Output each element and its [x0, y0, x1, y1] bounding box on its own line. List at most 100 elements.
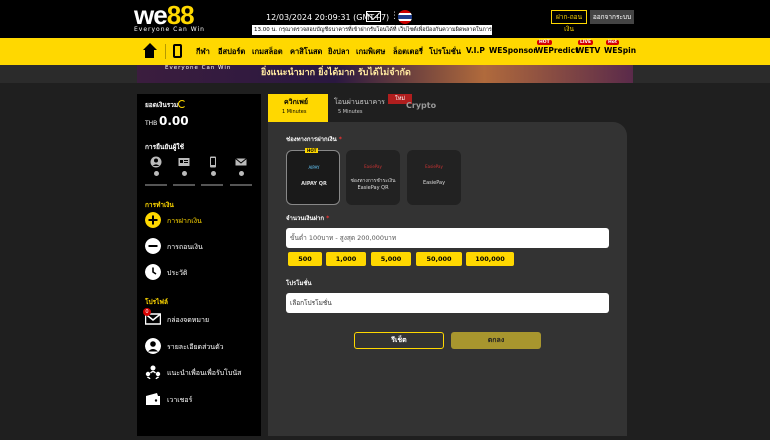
nav-item-live-casino[interactable]: คาสิโนสด: [290, 46, 322, 58]
amount-chip-500[interactable]: 500: [288, 252, 322, 266]
phone-icon[interactable]: [207, 156, 219, 168]
nav-divider: [165, 44, 166, 59]
mobile-app-icon[interactable]: [173, 44, 182, 58]
nav-item-label: WETV: [576, 46, 601, 55]
status-dot: [182, 171, 187, 176]
nav-item-special-games[interactable]: เกมพิเศษ: [356, 46, 385, 58]
method-name: EasiePay: [422, 180, 446, 186]
sidebar-item-withdraw[interactable]: การถอนเงิน: [145, 238, 255, 256]
method-aipay-qr[interactable]: HOT AIPAY AIPAY QR: [286, 148, 340, 205]
submit-button[interactable]: ตกลง: [451, 332, 541, 349]
easiepay-logo: EasiePay: [425, 164, 443, 169]
amount-label: จำนวนเงินฝาก *: [286, 215, 330, 222]
plus-icon: [145, 212, 161, 228]
sidebar-item-personal-details[interactable]: รายละเอียดส่วนตัว: [145, 338, 255, 356]
hot-badge: Hot: [606, 40, 620, 45]
verify-progress: [173, 184, 195, 186]
verify-progress: [145, 184, 167, 186]
profile-heading: โปรไฟล์: [145, 298, 168, 306]
reset-button[interactable]: รีเช็ต: [354, 332, 444, 349]
amount-input[interactable]: ขั้นต่ำ 100บาท - สูงสุด 200,000บาท: [286, 228, 609, 248]
promo-banner[interactable]: Everyone Can Win ยิ่งแนะนำมาก ยิ่งได้มาก…: [137, 65, 633, 83]
nav-item-wespin[interactable]: Hot WESpin: [604, 40, 637, 55]
nav-item-wesponsor[interactable]: WESponsor: [489, 46, 537, 55]
promo-label: โปรโมชั่น: [286, 280, 312, 287]
tab-crypto[interactable]: Crypto: [406, 101, 436, 110]
banner-text: ยิ่งแนะนำมาก ยิ่งได้มาก รับได้ไม่จำกัด: [261, 68, 411, 78]
amount-chip-100000[interactable]: 100,000: [466, 252, 514, 266]
aipay-logo: AIPAY: [308, 165, 320, 170]
user-icon[interactable]: [150, 156, 162, 168]
sidebar-item-label: กล่องจดหมาย: [167, 316, 210, 324]
sidebar-item-voucher[interactable]: เวาเชอร์: [145, 391, 255, 409]
hot-badge: HOT: [305, 148, 319, 153]
amount-chip-50000[interactable]: 50,000: [416, 252, 462, 266]
tab-sublabel: 5 Minutes: [338, 109, 363, 115]
account-sidebar: ยอดเงินรวม THB 0.00 การยืนยันผู้ใช้ การท…: [137, 94, 261, 436]
verify-progress: [230, 184, 252, 186]
amount-chip-1000[interactable]: 1,000: [326, 252, 366, 266]
nav-item-vip[interactable]: V.I.P: [466, 46, 485, 55]
user-icon: [145, 338, 161, 354]
sidebar-item-inbox[interactable]: 0 กล่องจดหมาย: [143, 308, 255, 329]
home-icon[interactable]: [141, 43, 158, 59]
sidebar-item-label: เวาเชอร์: [167, 396, 193, 404]
verify-label: การยืนยันผู้ใช้: [145, 143, 184, 151]
sidebar-item-referral[interactable]: แนะนำเพื่อนเพื่อรับโบนัส: [145, 364, 255, 382]
sidebar-item-label: การถอนเงิน: [167, 243, 203, 251]
status-dot: [154, 171, 159, 176]
sidebar-item-label: รายละเอียดส่วนตัว: [167, 343, 224, 351]
method-name: AIPAY QR: [301, 181, 327, 187]
promo-select[interactable]: เลือกโปรโมชั่น: [286, 293, 609, 313]
voucher-icon: [146, 393, 160, 405]
deposit-withdraw-button[interactable]: ฝาก-ถอนเงิน: [551, 10, 587, 33]
method-easiepay-qr[interactable]: EasiePay ช่องทางการชำระเงิน EasiePay QR: [346, 150, 400, 205]
tab-label: โอนผ่านธนาคาร: [334, 98, 385, 106]
brand-logo[interactable]: we88 Everyone Can Win: [134, 2, 205, 33]
tab-quickpay[interactable]: ควิกเพย์ 1 Minutes: [268, 94, 328, 122]
nav-item-sports[interactable]: กีฬา: [196, 46, 210, 58]
banner-tagline: Everyone Can Win: [165, 65, 232, 71]
currency-label: THB: [145, 120, 158, 127]
thai-flag-icon[interactable]: [398, 10, 412, 24]
sidebar-item-label: การฝากเงิน: [167, 217, 202, 225]
channel-label: ช่องทางการฝากเงิน *: [286, 136, 342, 143]
refresh-icon[interactable]: [178, 100, 186, 108]
inbox-count-badge: 0: [143, 308, 151, 316]
nav-item-lottery[interactable]: ล็อตเตอรี่: [393, 46, 423, 58]
minus-icon: [145, 238, 161, 254]
balance-label: ยอดเงินรวม: [145, 101, 179, 109]
mail-icon[interactable]: [366, 11, 381, 22]
hot-badge: HOT: [537, 40, 552, 45]
status-dot: [239, 171, 244, 176]
amount-chip-5000[interactable]: 5,000: [371, 252, 411, 266]
nav-item-wetv[interactable]: LIVE WETV: [576, 40, 601, 55]
transactions-heading: การทำเงิน: [145, 201, 174, 209]
nav-item-wepredict[interactable]: HOT WEPredict: [535, 40, 579, 55]
referral-icon: [145, 365, 161, 380]
balance-value: 0.00: [159, 114, 189, 128]
nav-item-fishing[interactable]: ยิงปลา: [328, 46, 350, 58]
live-badge: LIVE: [578, 40, 594, 45]
tab-label: ควิกเพย์: [284, 98, 308, 106]
id-card-icon[interactable]: [178, 156, 190, 168]
deposit-main: ควิกเพย์ 1 Minutes โอนผ่านธนาคาร 5 Minut…: [268, 94, 627, 436]
nav-item-label: WEPredict: [535, 46, 579, 55]
status-dot: [211, 171, 216, 176]
top-header: we88 Everyone Can Win 12/03/2024 20:09:3…: [0, 0, 770, 38]
sidebar-item-history[interactable]: ประวัติ: [145, 264, 255, 282]
sidebar-item-deposit[interactable]: การฝากเงิน: [145, 212, 255, 230]
email-icon[interactable]: [235, 156, 247, 168]
verify-progress: [201, 184, 223, 186]
announcement-marquee: 13.00 น. กรุณาตรวจสอบบัญชีธนาคารที่เข้าฝ…: [252, 25, 492, 35]
tab-sublabel: 1 Minutes: [282, 109, 307, 115]
nav-item-esports[interactable]: อีสปอร์ต: [218, 46, 245, 58]
nav-item-promotions[interactable]: โปรโมชั่น: [429, 46, 461, 58]
sidebar-item-label: แนะนำเพื่อนเพื่อรับโบนัส: [167, 369, 242, 377]
clock-icon: [145, 264, 161, 280]
logout-button[interactable]: ออกจากระบบ: [590, 10, 634, 24]
method-easiepay[interactable]: EasiePay EasiePay: [407, 150, 461, 205]
nav-item-slots[interactable]: เกมสล็อต: [252, 46, 283, 58]
nav-item-label: WESpin: [604, 46, 637, 55]
logo-tagline: Everyone Can Win: [134, 26, 205, 33]
